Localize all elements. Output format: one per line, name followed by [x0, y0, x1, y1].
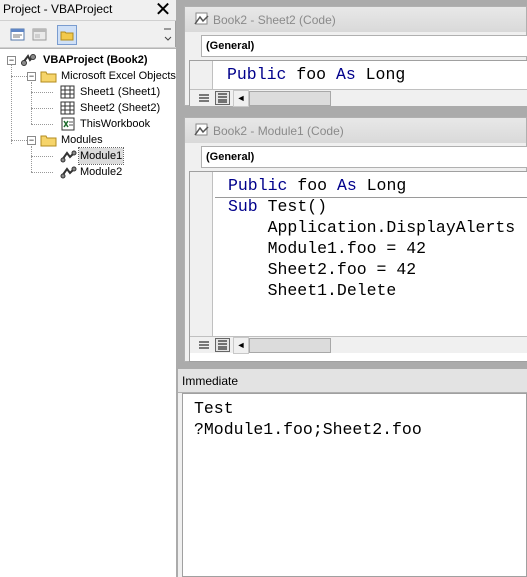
- sheet2-window-title: Book2 - Sheet2 (Code): [213, 13, 336, 27]
- module1-code-window: Book2 - Module1 (Code) (General) Public …: [184, 117, 527, 362]
- view-object-icon[interactable]: [30, 25, 50, 45]
- code-window-icon: [194, 123, 209, 136]
- sheet2-window-title-bar: Book2 - Sheet2 (Code): [185, 7, 526, 32]
- tree-label: ThisWorkbook: [80, 118, 151, 130]
- sheet2-code-window: Book2 - Sheet2 (Code) (General) Public f…: [184, 6, 527, 107]
- scroll-left-icon[interactable]: ◄: [233, 337, 249, 354]
- code-line[interactable]: Application.DisplayAlerts: [228, 217, 516, 238]
- tree-label: Module2: [80, 166, 123, 178]
- immediate-title: Immediate: [182, 374, 239, 388]
- horizontal-scrollbar[interactable]: ◄: [190, 89, 527, 107]
- procedure-view-icon[interactable]: [198, 92, 210, 104]
- project-tree: − VBAProject (Book2) − Microsoft Excel O…: [0, 48, 176, 577]
- tree-label: Microsoft Excel Objects: [61, 70, 176, 82]
- immediate-line[interactable]: ?Module1.foo;Sheet2.foo: [194, 419, 422, 440]
- margin-indicator-bar[interactable]: [190, 172, 213, 336]
- worksheet-icon: [60, 101, 75, 115]
- project-explorer-title: Project - VBAProject: [3, 2, 113, 16]
- immediate-title-bar: Immediate: [178, 369, 527, 393]
- tree-label: Modules: [61, 134, 103, 146]
- tree-label: VBAProject (Book2): [43, 54, 148, 66]
- tree-label: Sheet2 (Sheet2): [80, 102, 161, 114]
- code-window-icon: [194, 12, 209, 25]
- module1-code-area[interactable]: Public foo As Long Sub Test() Applicatio…: [189, 171, 527, 362]
- scroll-thumb[interactable]: [249, 91, 331, 106]
- code-line[interactable]: Public foo As Long: [228, 175, 406, 196]
- immediate-line[interactable]: Test: [194, 398, 234, 419]
- tree-label: Sheet1 (Sheet1): [80, 86, 161, 98]
- tree-label: Module1: [77, 147, 125, 165]
- collapse-icon[interactable]: −: [27, 72, 36, 81]
- vba-project-icon: [21, 54, 36, 66]
- code-line[interactable]: Sheet1.Delete: [228, 280, 397, 301]
- collapse-icon[interactable]: −: [7, 56, 16, 65]
- close-icon[interactable]: ✕: [152, 0, 174, 20]
- margin-indicator-bar[interactable]: [190, 61, 213, 89]
- module-icon: [60, 150, 77, 163]
- toggle-folders-icon[interactable]: [57, 25, 77, 45]
- code-line[interactable]: Module1.foo = 42: [228, 238, 426, 259]
- object-dropdown[interactable]: (General): [201, 35, 527, 57]
- workbook-icon: [61, 117, 75, 131]
- code-line[interactable]: Sub Test(): [228, 196, 327, 217]
- module1-window-title-bar: Book2 - Module1 (Code): [185, 118, 526, 143]
- immediate-window: Immediate Test ?Module1.foo;Sheet2.foo: [178, 369, 527, 577]
- full-module-view-icon[interactable]: [215, 338, 230, 352]
- horizontal-scrollbar[interactable]: ◄: [190, 336, 527, 354]
- object-dropdown[interactable]: (General): [201, 146, 527, 168]
- keyword: Public: [227, 65, 287, 84]
- scroll-left-icon[interactable]: ◄: [233, 90, 249, 107]
- code-line[interactable]: Public foo As Long: [227, 64, 405, 85]
- module-icon: [60, 166, 77, 179]
- project-toolbar: [0, 20, 176, 48]
- worksheet-icon: [60, 85, 75, 99]
- folder-icon: [40, 71, 57, 83]
- module1-window-title: Book2 - Module1 (Code): [213, 124, 344, 138]
- full-module-view-icon[interactable]: [215, 91, 230, 105]
- scroll-thumb[interactable]: [249, 338, 331, 353]
- project-explorer-title-bar: Project - VBAProject ✕: [0, 0, 176, 20]
- folder-icon: [40, 135, 57, 147]
- immediate-input[interactable]: Test ?Module1.foo;Sheet2.foo: [182, 393, 527, 577]
- sheet2-code-area[interactable]: Public foo As Long ◄: [189, 60, 527, 107]
- collapse-icon[interactable]: −: [27, 136, 36, 145]
- code-line[interactable]: Sheet2.foo = 42: [228, 259, 417, 280]
- project-explorer: Project - VBAProject ✕ − VBAProject (Boo…: [0, 0, 176, 577]
- view-code-icon[interactable]: [8, 25, 28, 45]
- procedure-view-icon[interactable]: [198, 339, 210, 351]
- toolbar-overflow-icon[interactable]: [163, 27, 173, 43]
